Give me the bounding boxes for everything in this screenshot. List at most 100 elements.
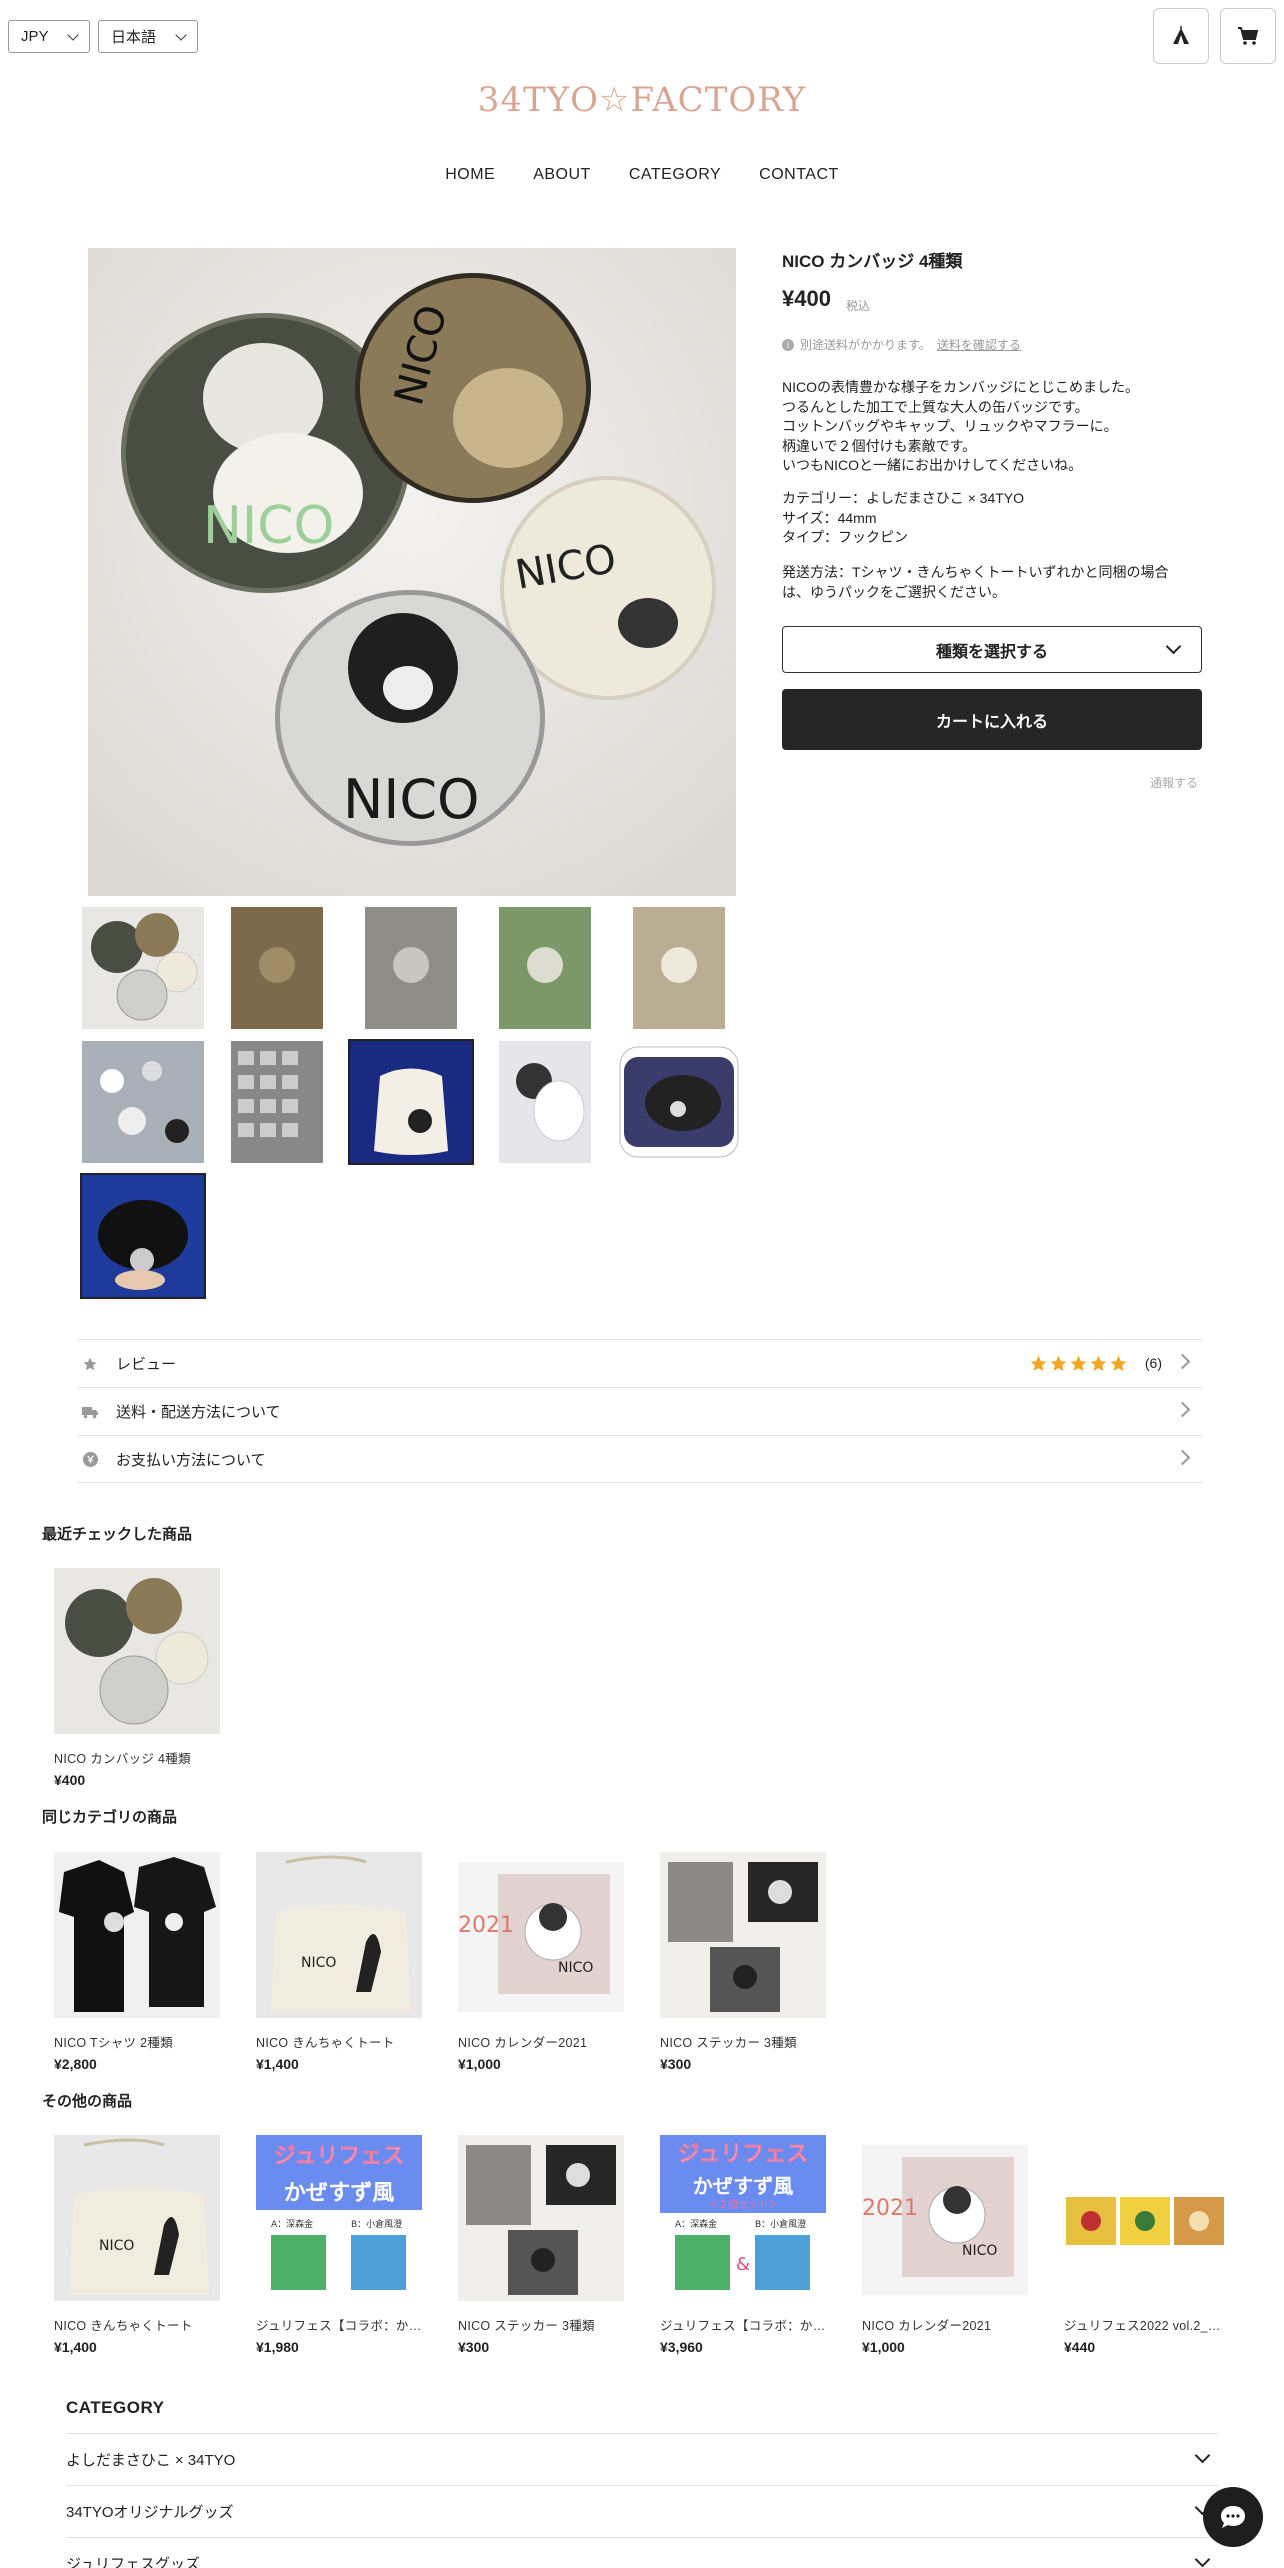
chevron-down-icon — [1194, 2551, 1211, 2568]
thumbnail-image — [82, 1175, 204, 1297]
chevron-down-icon — [67, 28, 79, 41]
other-item[interactable]: NICO ステッカー 3種類 ¥300 — [458, 2135, 624, 2355]
nav-category[interactable]: CATEGORY — [629, 166, 721, 184]
shipping-note: i 別途送料がかかります。 送料を確認する — [782, 336, 1021, 353]
promo-title: ジュリフェス — [274, 2144, 404, 2169]
spec-line: カテゴリー：よしだまさひこ × 34TYO — [782, 490, 1025, 506]
product-thumbnail — [54, 1852, 220, 2018]
desc-line: コットンバッグやキャップ、リュックやマフラーに。 — [782, 418, 1118, 434]
thumbnail-image — [499, 1041, 591, 1163]
spec-line: タイプ：フックピン — [782, 529, 908, 545]
svg-text:NICO: NICO — [301, 1955, 336, 1971]
product-price: ¥440 — [1064, 2339, 1096, 2355]
same-category-item[interactable]: NICO Tシャツ 2種類 ¥2,800 — [54, 1852, 220, 2072]
cart-button[interactable] — [1220, 8, 1276, 64]
thumbnail-image — [619, 1046, 739, 1158]
review-accordion[interactable]: レビュー (6) — [78, 1339, 1202, 1387]
product-specs: カテゴリー：よしだまさひこ × 34TYO サイズ：44mm タイプ：フックピン — [782, 489, 1024, 548]
calendar-year: 2021 — [862, 2196, 918, 2221]
product-thumbnail: ジュリフェス かぜすず風 ＜２個セット＞ A：深森金 B：小倉風澄 & — [660, 2135, 826, 2301]
thumbnail-10[interactable] — [618, 1041, 740, 1163]
thumbnail-image — [633, 907, 725, 1029]
category-item[interactable]: 34TYOオリジナルグッズ — [66, 2485, 1218, 2537]
chevron-down-icon — [1194, 2447, 1211, 2464]
product-price: ¥400 — [54, 1772, 86, 1788]
add-to-cart-button[interactable]: カートに入れる — [782, 689, 1202, 750]
same-category-item[interactable]: NICO NICO きんちゃくトート ¥1,400 — [256, 1852, 422, 2072]
variant-select[interactable]: 種類を選択する — [782, 626, 1202, 673]
thumbnail-11[interactable] — [80, 1173, 206, 1299]
promo-b: B：小倉風澄 — [351, 2218, 402, 2230]
same-category-item[interactable]: NICO ステッカー 3種類 ¥300 — [660, 1852, 826, 2072]
thumbnail-2[interactable] — [216, 907, 338, 1029]
chat-button[interactable] — [1203, 2487, 1263, 2547]
product-name: NICO カレンダー2021 — [862, 2319, 992, 2333]
thumbnail-image — [231, 1041, 323, 1163]
nav-about[interactable]: ABOUT — [533, 166, 591, 184]
other-item[interactable]: NICO NICO きんちゃくトート ¥1,400 — [54, 2135, 220, 2355]
other-item[interactable]: ジュリフェス2022 vol.2_… ¥440 — [1064, 2135, 1230, 2355]
shipping-accordion[interactable]: 送料・配送方法について — [78, 1387, 1202, 1435]
chevron-right-icon — [1174, 1353, 1191, 1370]
payment-accordion[interactable]: お支払い方法について — [78, 1435, 1202, 1483]
same-category-heading: 同じカテゴリの商品 — [42, 1809, 178, 1826]
chevron-down-icon — [1165, 638, 1182, 655]
promo-subtitle: かぜすず風 — [693, 2174, 793, 2198]
shipping-link[interactable]: 送料を確認する — [937, 336, 1021, 353]
thumbnail-1[interactable] — [82, 907, 204, 1029]
other-item[interactable]: ジュリフェス かぜすず風 A：深森金 B：小倉風澄 ジュリフェス【コラボ：か… ¥1,… — [256, 2135, 422, 2355]
language-value: 日本語 — [111, 29, 157, 46]
product-name: NICO きんちゃくトート — [54, 2319, 193, 2333]
shipping-text: 別途送料がかかります。 — [800, 338, 931, 352]
product-thumbnail — [54, 1568, 220, 1734]
currency-select[interactable]: JPY — [8, 20, 90, 53]
star-filled-icon — [1070, 1355, 1087, 1372]
thumbnail-3[interactable] — [350, 907, 472, 1029]
thumbnail-4[interactable] — [484, 907, 606, 1029]
report-link[interactable]: 通報する — [1150, 774, 1198, 791]
star-filled-icon — [1090, 1355, 1107, 1372]
star-filled-icon — [1050, 1355, 1067, 1372]
shipping-label: 送料・配送方法について — [116, 1404, 281, 1421]
spec-line: サイズ：44mm — [782, 509, 877, 526]
product-price: ¥1,400 — [54, 2339, 97, 2355]
payment-icon — [82, 1451, 98, 1467]
category-item[interactable]: ジュリフェスグッズ — [66, 2537, 1218, 2568]
category-item[interactable]: よしだまさひこ × 34TYO — [66, 2433, 1218, 2485]
nav-home[interactable]: HOME — [445, 166, 495, 184]
promo-b: B：小倉風澄 — [755, 2218, 806, 2230]
star-filled-icon — [1110, 1355, 1127, 1372]
product-thumbnail — [1064, 2135, 1230, 2301]
desc-line: つるんとした加工で上質な大人の缶バッジです。 — [782, 398, 1089, 415]
payment-label: お支払い方法について — [116, 1451, 266, 1469]
product-price: ¥1,980 — [256, 2339, 299, 2355]
site-logo[interactable]: 34TYO☆FACTORY — [0, 80, 1284, 120]
thumbnail-9[interactable] — [484, 1041, 606, 1163]
nav-contact[interactable]: CONTACT — [759, 166, 839, 184]
language-select[interactable]: 日本語 — [98, 20, 198, 53]
promo-a: A：深森金 — [675, 2218, 717, 2230]
product-main-image[interactable]: NICO NICO NICO NICO — [88, 248, 736, 896]
account-button[interactable] — [1153, 8, 1209, 64]
thumbnail-image — [350, 1041, 472, 1163]
thumbnail-6[interactable] — [82, 1041, 204, 1163]
product-price: ¥300 — [660, 2056, 692, 2072]
other-item[interactable]: ジュリフェス かぜすず風 ＜２個セット＞ A：深森金 B：小倉風澄 & ジュリフェス【コラ… — [660, 2135, 826, 2355]
thumbnail-7[interactable] — [216, 1041, 338, 1163]
currency-value: JPY — [21, 28, 49, 45]
thumbnail-5[interactable] — [618, 907, 740, 1029]
product-name: NICO Tシャツ 2種類 — [54, 2036, 173, 2050]
rating-stars — [1029, 1354, 1128, 1373]
cart-icon — [1238, 27, 1259, 45]
svg-text:NICO: NICO — [558, 1960, 593, 1976]
recent-item[interactable]: NICO カンバッジ 4種類 ¥400 — [54, 1568, 220, 1788]
product-name: NICO カンバッジ 4種類 — [54, 1752, 191, 1766]
other-item[interactable]: 2021 NICO NICO カレンダー2021 ¥1,000 — [862, 2135, 1028, 2355]
svg-text:&: & — [736, 2254, 750, 2275]
info-icon: i — [782, 338, 794, 351]
same-category-item[interactable]: 2021 NICO NICO カレンダー2021 ¥1,000 — [458, 1852, 624, 2072]
thumbnail-8[interactable] — [348, 1039, 474, 1165]
thumbnail-image — [365, 907, 457, 1029]
desc-line: いつもNICOと一緒にお出かけしてくださいね。 — [782, 457, 1083, 473]
other-heading: その他の商品 — [42, 2093, 133, 2110]
